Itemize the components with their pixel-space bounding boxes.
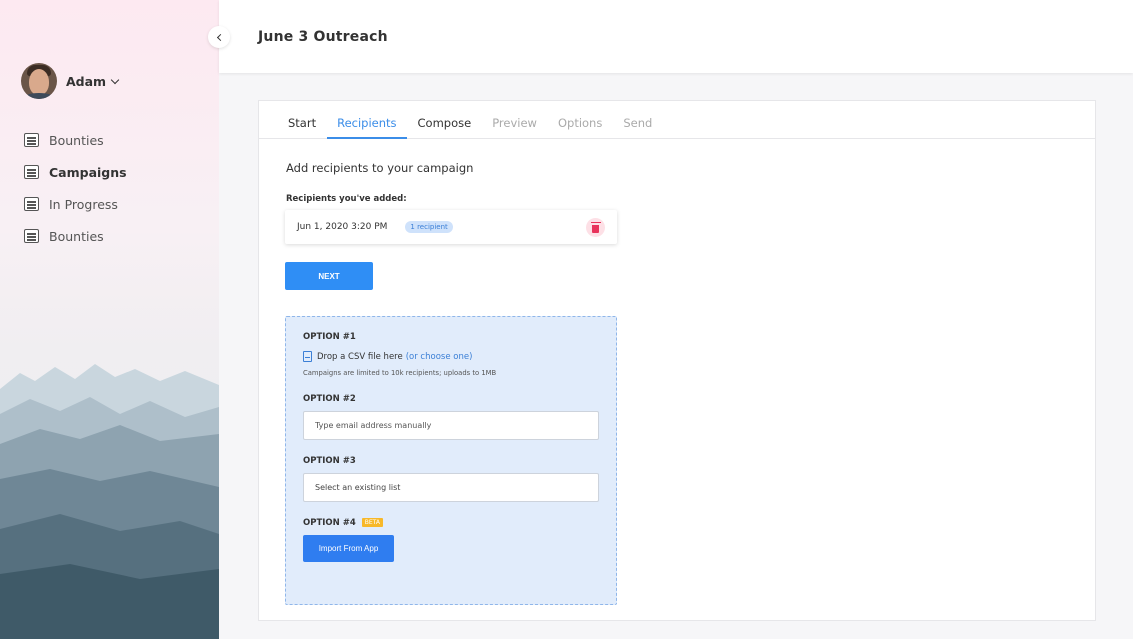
mountain-landscape-image xyxy=(0,359,219,639)
tab-preview[interactable]: Preview xyxy=(482,101,547,138)
sidebar: Adam Bounties Campaigns In Progress Boun… xyxy=(0,0,219,639)
choose-file-link[interactable]: (or choose one) xyxy=(406,352,473,362)
recipient-entry: Jun 1, 2020 3:20 PM 1 recipient xyxy=(285,210,617,244)
sidebar-item-label: Bounties xyxy=(49,228,104,244)
csv-drop-line: Drop a CSV file here (or choose one) xyxy=(303,351,472,362)
delete-recipient-button[interactable] xyxy=(586,218,605,237)
tab-bar: Start Recipients Compose Preview Options… xyxy=(259,101,1095,139)
sidebar-item-in-progress[interactable]: In Progress xyxy=(24,188,127,220)
chevron-left-icon xyxy=(216,33,224,41)
option-4-label: OPTION #4 BETA xyxy=(303,518,383,528)
import-from-app-button[interactable]: Import From App xyxy=(303,535,394,562)
user-name: Adam xyxy=(66,73,107,89)
tab-send[interactable]: Send xyxy=(613,101,662,138)
collapse-sidebar-button[interactable] xyxy=(208,26,230,48)
section-title: Add recipients to your campaign xyxy=(286,161,474,175)
option-3-label: OPTION #3 xyxy=(303,456,356,466)
csv-drop-text: Drop a CSV file here xyxy=(317,351,403,362)
email-manual-input[interactable] xyxy=(303,411,599,440)
sidebar-item-label: Campaigns xyxy=(49,164,127,180)
tab-recipients[interactable]: Recipients xyxy=(327,101,407,139)
document-icon xyxy=(24,165,39,179)
tab-options[interactable]: Options xyxy=(548,101,612,138)
trash-icon xyxy=(590,221,601,233)
sidebar-item-label: Bounties xyxy=(49,132,104,148)
tab-start[interactable]: Start xyxy=(278,101,326,138)
header: June 3 Outreach xyxy=(219,0,1133,73)
sidebar-nav: Bounties Campaigns In Progress Bounties xyxy=(24,124,127,252)
sidebar-item-bounties[interactable]: Bounties xyxy=(24,124,127,156)
chevron-down-icon xyxy=(110,75,120,84)
existing-list-select[interactable]: Select an existing list xyxy=(303,473,599,502)
tab-compose[interactable]: Compose xyxy=(408,101,482,138)
option-4-text: OPTION #4 xyxy=(303,518,356,528)
sidebar-item-campaigns[interactable]: Campaigns xyxy=(24,156,127,188)
sidebar-item-label: In Progress xyxy=(49,196,118,212)
csv-limit-note: Campaigns are limited to 10k recipients;… xyxy=(303,369,497,377)
recipient-options-dropzone[interactable]: OPTION #1 Drop a CSV file here (or choos… xyxy=(285,316,617,605)
page-title: June 3 Outreach xyxy=(258,29,388,45)
recipients-added-label: Recipients you've added: xyxy=(286,194,407,204)
document-icon xyxy=(24,133,39,147)
next-button[interactable]: NEXT xyxy=(285,262,373,290)
document-icon xyxy=(24,197,39,211)
option-2-label: OPTION #2 xyxy=(303,394,356,404)
user-profile[interactable]: Adam xyxy=(21,63,120,99)
beta-badge: BETA xyxy=(361,518,383,527)
campaign-card: Start Recipients Compose Preview Options… xyxy=(258,100,1096,621)
document-icon xyxy=(24,229,39,243)
file-upload-icon xyxy=(303,351,312,362)
avatar xyxy=(21,63,57,99)
sidebar-item-bounties-2[interactable]: Bounties xyxy=(24,220,127,252)
recipient-date: Jun 1, 2020 3:20 PM xyxy=(297,222,388,232)
option-1-label: OPTION #1 xyxy=(303,332,356,342)
recipient-count-badge: 1 recipient xyxy=(405,221,453,233)
